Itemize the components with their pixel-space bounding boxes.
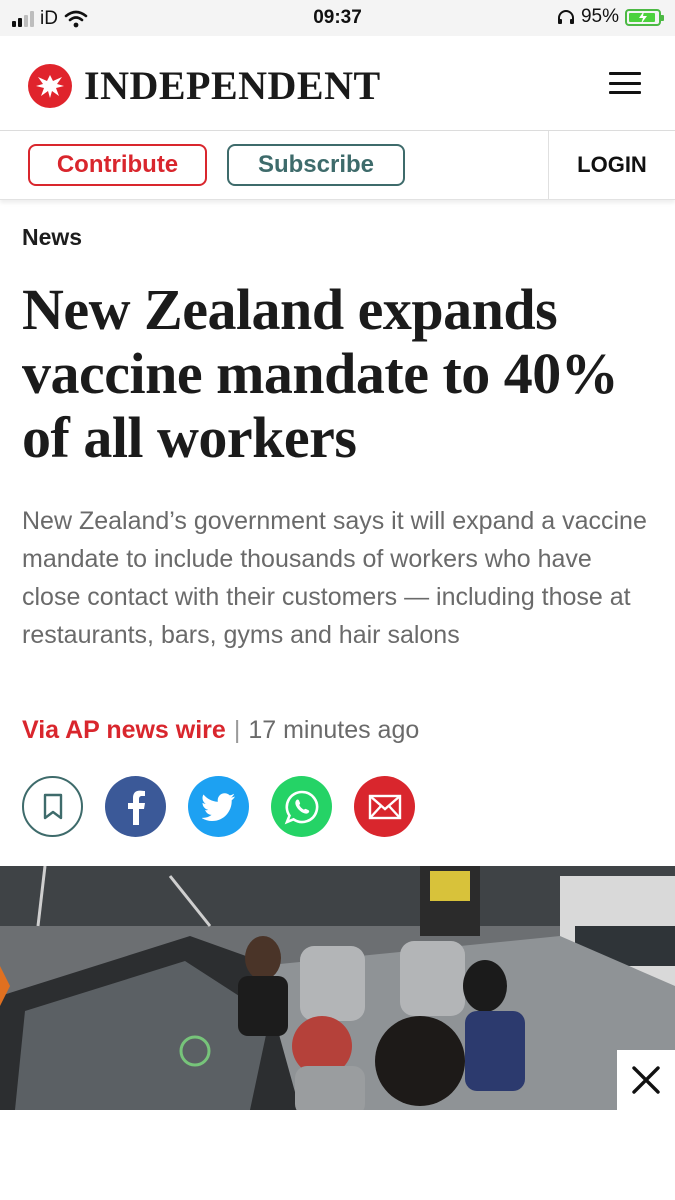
brand-name: INDEPENDENT [84, 63, 381, 108]
logo[interactable]: INDEPENDENT [28, 62, 381, 109]
login-button[interactable]: LOGIN [549, 131, 675, 199]
published-time: 17 minutes ago [248, 716, 420, 744]
share-bar [22, 776, 415, 837]
twitter-icon[interactable] [188, 776, 249, 837]
subscribe-button[interactable]: Subscribe [227, 144, 405, 186]
battery-icon [625, 8, 664, 26]
headphones-icon [557, 10, 574, 24]
whatsapp-icon[interactable] [271, 776, 332, 837]
article-hero-image [0, 866, 675, 1110]
email-icon[interactable] [354, 776, 415, 837]
author-link[interactable]: Via AP news wire [22, 716, 226, 745]
hamburger-menu-icon[interactable] [609, 72, 641, 94]
eagle-logo-icon [28, 63, 72, 108]
status-bar: iD 09:37 95% [0, 0, 675, 36]
byline-separator: | [233, 716, 241, 744]
standfirst: New Zealand’s government says it will ex… [22, 507, 647, 649]
section-label[interactable]: News [22, 224, 82, 251]
action-bar: Contribute Subscribe LOGIN [0, 131, 675, 200]
contribute-button[interactable]: Contribute [28, 144, 207, 186]
headline: New Zealand expands vaccine mandate to 4… [22, 277, 619, 470]
close-icon[interactable] [617, 1050, 675, 1110]
bookmark-icon[interactable] [22, 776, 83, 837]
site-header: INDEPENDENT [0, 36, 675, 131]
battery-percent: 95% [580, 6, 619, 27]
facebook-icon[interactable] [105, 776, 166, 837]
byline: Via AP news wire | 17 minutes ago [22, 716, 419, 745]
status-right: 95% [557, 6, 664, 28]
